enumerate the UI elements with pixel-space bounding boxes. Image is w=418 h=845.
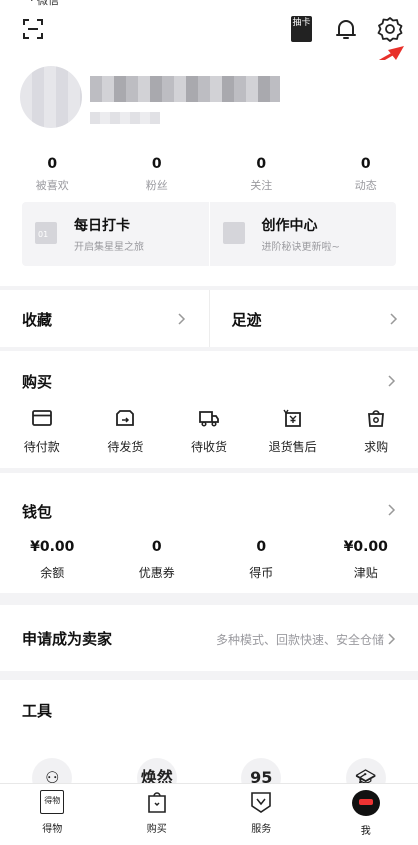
tab-me[interactable]: 我 — [314, 784, 418, 845]
shopping-bag-icon — [147, 792, 166, 813]
chevron-right-icon — [178, 313, 186, 325]
stat-fans[interactable]: 0 粉丝 — [105, 156, 210, 193]
wallet-title[interactable]: 钱包 — [22, 501, 52, 522]
wallet-value: ¥0.00 — [30, 539, 75, 555]
wallet-card-icon — [31, 410, 52, 426]
tab-label: 得物 — [42, 824, 63, 835]
draw-card-label: 抽卡 — [292, 18, 311, 28]
tab-service[interactable]: 服务 — [209, 784, 314, 845]
footprints-link[interactable]: 足迹 — [208, 290, 418, 347]
profile-section: 0 被喜欢 0 粉丝 0 关注 0 动态 01 每日打卡 开启集星星之旅 创作中… — [0, 60, 418, 286]
bell-icon[interactable] — [334, 17, 358, 41]
box-icon — [116, 410, 135, 426]
wallet-label: 津贴 — [353, 566, 378, 580]
chevron-right-icon — [388, 633, 396, 645]
truck-icon — [199, 411, 219, 427]
stat-liked[interactable]: 0 被喜欢 — [0, 156, 105, 193]
want-to-buy-item[interactable]: 求购 — [334, 407, 418, 455]
stat-following[interactable]: 0 关注 — [209, 156, 314, 193]
buy-item-label: 待付款 — [23, 440, 60, 454]
dewu-icon: 得物 — [40, 790, 65, 814]
card-subtitle: 开启集星星之旅 — [74, 242, 144, 253]
chevron-right-icon[interactable] — [386, 504, 398, 516]
stat-label: 粉丝 — [145, 179, 168, 192]
tools-title: 工具 — [22, 702, 53, 720]
wallet-allowance[interactable]: ¥0.00 津贴 — [314, 539, 418, 581]
draw-card-icon[interactable]: 抽卡 — [291, 16, 312, 42]
wallet-value: 0 — [256, 539, 267, 555]
favorites-label: 收藏 — [22, 311, 53, 329]
buy-item-label: 退货售后 — [268, 440, 317, 454]
username-blurred[interactable] — [90, 76, 280, 102]
returns-aftersales-item[interactable]: 退货售后 — [251, 407, 335, 455]
card-title: 每日打卡 — [74, 218, 130, 234]
buy-item-label: 待收货 — [190, 440, 227, 454]
tab-label: 服务 — [251, 824, 272, 835]
status-bar-text: · 微信 — [30, 0, 59, 7]
wallet-stats: ¥0.00 余额 0 优惠券 0 得币 ¥0.00 津贴 — [0, 539, 418, 581]
shield-icon — [251, 792, 272, 813]
buy-status-row: 待付款 待发货 待收货 退货售后 求购 — [0, 407, 418, 455]
chevron-right-icon[interactable] — [386, 375, 398, 387]
profile-stats: 0 被喜欢 0 粉丝 0 关注 0 动态 — [0, 156, 418, 193]
wallet-balance[interactable]: ¥0.00 余额 — [0, 539, 105, 581]
tab-label: 购买 — [146, 824, 167, 835]
buy-section: 购买 待付款 待发货 待收货 退货售后 求购 — [0, 351, 418, 468]
creator-center-card[interactable]: 创作中心 进阶秘诀更新啦~ — [208, 202, 397, 266]
daily-checkin-card[interactable]: 01 每日打卡 开启集星星之旅 — [22, 202, 209, 266]
wallet-value: 0 — [151, 539, 162, 555]
pending-payment-item[interactable]: 待付款 — [0, 407, 84, 455]
favorites-link[interactable]: 收藏 — [0, 290, 209, 347]
card-title: 创作中心 — [261, 218, 318, 234]
tools-section: 工具 ⚇ 焕然 95 🎓︎ — [0, 680, 418, 800]
refund-icon — [282, 409, 301, 427]
user-id-blurred — [90, 112, 160, 124]
pending-shipment-item[interactable]: 待发货 — [84, 407, 168, 455]
buy-item-label: 待发货 — [107, 440, 144, 454]
shopping-bag-icon — [368, 410, 385, 427]
stat-value: 0 — [360, 156, 371, 172]
wallet-coins[interactable]: 0 得币 — [209, 539, 314, 581]
stat-value: 0 — [47, 156, 58, 172]
wallet-label: 优惠券 — [138, 566, 175, 580]
chevron-right-icon — [389, 313, 397, 325]
stat-value: 0 — [151, 156, 162, 172]
pending-receipt-item[interactable]: 待收货 — [167, 407, 251, 455]
wallet-value: ¥0.00 — [343, 539, 388, 555]
stat-value: 0 — [256, 156, 267, 172]
scan-icon[interactable] — [22, 18, 44, 40]
wallet-label: 余额 — [40, 566, 65, 580]
me-avatar-icon — [351, 790, 380, 816]
footprints-label: 足迹 — [231, 311, 262, 329]
seller-title: 申请成为卖家 — [22, 630, 113, 648]
tab-buy[interactable]: 购买 — [105, 784, 210, 845]
feature-cards: 01 每日打卡 开启集星星之旅 创作中心 进阶秘诀更新啦~ — [22, 202, 396, 266]
buy-item-label: 求购 — [364, 440, 389, 454]
tab-label: 我 — [360, 826, 371, 837]
buy-title[interactable]: 购买 — [22, 371, 52, 392]
calendar-icon: 01 — [35, 222, 57, 244]
favorites-footprints-row: 收藏 足迹 — [0, 290, 418, 347]
stat-label: 动态 — [354, 179, 377, 192]
tab-dewu[interactable]: 得物 得物 — [0, 784, 105, 845]
document-icon — [222, 222, 245, 244]
bottom-tab-bar: 得物 得物 购买 服务 我 — [0, 783, 418, 845]
wallet-coupons[interactable]: 0 优惠券 — [105, 539, 210, 581]
avatar[interactable] — [20, 66, 82, 128]
become-seller-row[interactable]: 申请成为卖家 多种模式、回款快速、安全仓储 — [0, 605, 418, 671]
gear-icon[interactable] — [377, 16, 403, 42]
stat-label: 关注 — [250, 179, 273, 192]
card-subtitle: 进阶秘诀更新啦~ — [261, 242, 340, 253]
wallet-section: 钱包 ¥0.00 余额 0 优惠券 0 得币 ¥0.00 津贴 — [0, 473, 418, 593]
stat-posts[interactable]: 0 动态 — [314, 156, 418, 193]
wallet-label: 得币 — [249, 566, 274, 580]
stat-label: 被喜欢 — [35, 179, 69, 192]
seller-subtitle: 多种模式、回款快速、安全仓储 — [215, 633, 384, 647]
